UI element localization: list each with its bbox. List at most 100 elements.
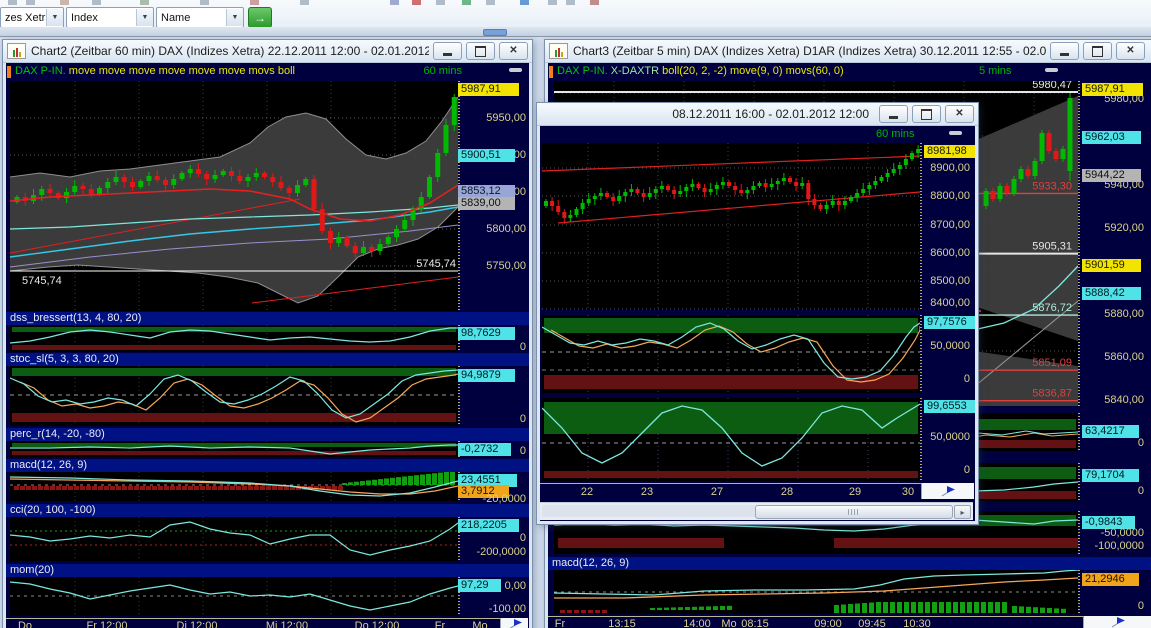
axis-tick-marks xyxy=(1078,463,1080,501)
collapsed-scrollbar-handle[interactable] xyxy=(949,131,962,135)
axis-tick-label: 5950,00 xyxy=(464,112,526,124)
close-icon: ✕ xyxy=(1126,46,1134,56)
value-badge: 5944,22 xyxy=(1082,169,1141,182)
axis-tick-label: 5920,00 xyxy=(1082,222,1144,234)
instrument-filter-combobox[interactable]: zes Xetra ▼ xyxy=(0,7,64,28)
chart2-header: DAX P-IN. move move move move move move … xyxy=(7,65,528,79)
time-axis-flag-icon xyxy=(1110,617,1126,628)
axis-tick-label: 0 xyxy=(908,464,970,476)
value-badge: 94,9879 xyxy=(458,369,515,382)
indicator-pane xyxy=(542,315,920,393)
go-button[interactable]: → xyxy=(248,7,272,28)
cropped-toolbar-icon xyxy=(548,0,557,5)
horizontal-scrollbar[interactable]: ▸ xyxy=(540,502,973,520)
axis-tick-label: 8400,00 xyxy=(908,297,970,309)
time-tick-label: 13:15 xyxy=(608,618,636,628)
indicator-plot xyxy=(542,315,920,393)
maximize-button[interactable] xyxy=(466,42,495,60)
cropped-toolbar-icon xyxy=(520,0,529,5)
chart2-studies: move move move move move move movs boll xyxy=(66,65,295,77)
cropped-toolbar-icon xyxy=(140,0,149,5)
chart2-window-title: Chart2 (Zeitbar 60 min) DAX (Indizes Xet… xyxy=(31,44,429,58)
axis-tick-marks xyxy=(1078,570,1080,614)
chevron-down-icon[interactable]: ▼ xyxy=(46,9,63,26)
chart2-body: DAX P-IN. move move move move move move … xyxy=(6,63,529,628)
zoom-timeframe: 60 mins xyxy=(876,128,915,140)
maximize-button[interactable] xyxy=(1083,42,1112,60)
splitter-grip[interactable] xyxy=(483,29,507,36)
close-button[interactable]: ✕ xyxy=(499,42,528,60)
axis-tick-label: -100,0000 xyxy=(1082,540,1144,552)
axis-tick-label: 8900,00 xyxy=(908,162,970,174)
time-tick-label: 29 xyxy=(849,486,861,498)
zoom-time-axis: 222327282930Jan xyxy=(540,483,973,500)
axis-tick-marks xyxy=(1078,511,1080,554)
scrollbar-track[interactable] xyxy=(542,505,953,517)
svg-text:5980,47: 5980,47 xyxy=(1032,81,1072,91)
time-tick-label: 30 xyxy=(902,486,914,498)
indicator-plot xyxy=(10,325,458,352)
axis-tick-label: 5860,00 xyxy=(1082,351,1144,363)
sort-combobox[interactable]: Name ▼ xyxy=(156,7,244,28)
cropped-toolbar-icon xyxy=(566,0,575,5)
time-axis-flag-icon xyxy=(940,486,956,497)
time-tick-label: 14:00 xyxy=(683,618,711,628)
value-badge: 218,2205 xyxy=(458,519,519,532)
indicator-plot xyxy=(542,398,920,481)
close-button[interactable]: ✕ xyxy=(1116,42,1145,60)
collapsed-scrollbar-handle[interactable] xyxy=(1045,68,1058,72)
value-badge: 97,7576 xyxy=(924,316,975,329)
cropped-toolbar-icon xyxy=(390,0,399,5)
chart2-timeframe: 60 mins xyxy=(423,65,462,77)
indicator-label: stoc_sl(5, 3, 3, 80, 20) xyxy=(6,353,529,366)
axis-tick-label: 8500,00 xyxy=(908,275,970,287)
axis-tick-label: 5800,00 xyxy=(464,223,526,235)
indicator-plot xyxy=(10,366,458,426)
axis-tick-label: 50,0000 xyxy=(908,340,970,352)
cropped-toolbar-icon xyxy=(26,0,35,5)
chart3-titlebar[interactable]: Chart3 (Zeitbar 5 min) DAX (Indizes Xetr… xyxy=(545,40,1151,63)
svg-text:5876,72: 5876,72 xyxy=(1032,302,1072,314)
h-scrollbar-thumb[interactable] xyxy=(755,505,953,519)
axis-tick-label: 0 xyxy=(464,341,526,353)
scroll-right-button[interactable]: ▸ xyxy=(954,505,971,519)
value-badge: 5901,59 xyxy=(1082,259,1141,272)
candlestick-chart xyxy=(542,143,920,310)
indicator-pane xyxy=(10,517,458,561)
close-icon: ✕ xyxy=(509,46,517,56)
indicator-pane xyxy=(10,577,458,616)
indicator-label: macd(12, 26, 9) xyxy=(548,557,1151,570)
time-tick-label: 22 xyxy=(581,486,593,498)
cropped-toolbar-icon xyxy=(200,0,209,5)
minimize-button[interactable] xyxy=(1050,42,1079,60)
axis-tick-marks xyxy=(1078,81,1080,406)
axis-tick-label: 0 xyxy=(1082,485,1144,497)
category-combobox[interactable]: Index ▼ xyxy=(66,7,154,28)
current-price-badge: 5987,91 xyxy=(1082,83,1143,96)
horizontal-splitter[interactable] xyxy=(0,27,1151,37)
chart3-header: DAX P-IN. X-DAXTR boll(20, 2, -2) move(9… xyxy=(549,65,1151,79)
time-axis-corner xyxy=(1083,616,1151,628)
indicator-label: dss_bressert(13, 4, 80, 20) xyxy=(6,312,529,325)
minimize-button[interactable] xyxy=(433,42,462,60)
chevron-down-icon[interactable]: ▼ xyxy=(136,9,153,26)
chart3-symbol: DAX P-IN. xyxy=(557,65,608,77)
maximize-button[interactable] xyxy=(912,105,941,123)
cropped-toolbar-icon xyxy=(590,0,599,5)
chart-window-icon xyxy=(7,43,26,59)
indicator-pane xyxy=(10,472,458,501)
time-tick-label: Fr xyxy=(435,620,445,628)
indicator-label: macd(12, 26, 9) xyxy=(6,459,529,472)
maximize-icon xyxy=(475,46,486,57)
minimize-button[interactable] xyxy=(879,105,908,123)
chevron-down-icon[interactable]: ▼ xyxy=(226,9,243,26)
chart2-titlebar[interactable]: Chart2 (Zeitbar 60 min) DAX (Indizes Xet… xyxy=(3,40,532,63)
cropped-toolbar-icon xyxy=(486,0,495,5)
zoom-window-titlebar[interactable]: 08.12.2011 16:00 - 02.01.2012 12:00 ✕ xyxy=(537,103,978,126)
value-badge: 5888,42 xyxy=(1082,287,1141,300)
close-button[interactable]: ✕ xyxy=(945,105,974,123)
time-tick-label: 09:45 xyxy=(858,618,886,628)
time-tick-label: Do 12:00 xyxy=(355,620,400,628)
application-root: zes Xetra ▼ Index ▼ Name ▼ → Chart2 (Zei… xyxy=(0,0,1151,628)
collapsed-scrollbar-handle[interactable] xyxy=(509,68,522,72)
